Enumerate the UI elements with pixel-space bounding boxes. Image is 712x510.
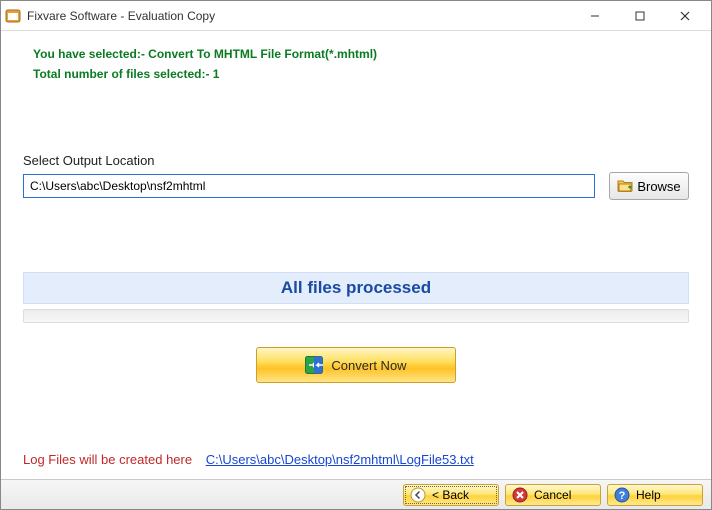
content-area: You have selected:- Convert To MHTML Fil… [1, 31, 711, 383]
back-arrow-icon [410, 487, 426, 503]
convert-label: Convert Now [331, 358, 406, 373]
cancel-button[interactable]: Cancel [505, 484, 601, 506]
log-label: Log Files will be created here [23, 452, 192, 467]
cancel-icon [512, 487, 528, 503]
svg-text:?: ? [619, 490, 626, 502]
window-title: Fixvare Software - Evaluation Copy [27, 9, 215, 23]
back-label: < Back [432, 488, 469, 502]
back-button[interactable]: < Back [403, 484, 499, 506]
close-button[interactable] [662, 1, 707, 30]
output-row: Browse [23, 172, 689, 200]
status-text: All files processed [281, 278, 431, 298]
log-file-link[interactable]: C:\Users\abc\Desktop\nsf2mhtml\LogFile53… [206, 452, 474, 467]
selected-format-text: You have selected:- Convert To MHTML Fil… [33, 47, 679, 61]
output-path-input[interactable] [23, 174, 595, 198]
footer-bar: < Back Cancel ? Help [1, 479, 711, 509]
file-count-text: Total number of files selected:- 1 [33, 67, 679, 81]
browse-label: Browse [637, 179, 680, 194]
app-icon [5, 8, 21, 24]
help-label: Help [636, 488, 661, 502]
help-button[interactable]: ? Help [607, 484, 703, 506]
minimize-button[interactable] [572, 1, 617, 30]
help-icon: ? [614, 487, 630, 503]
convert-row: Convert Now [23, 347, 689, 383]
convert-icon [305, 356, 323, 374]
log-row: Log Files will be created here C:\Users\… [23, 452, 474, 467]
browse-button[interactable]: Browse [609, 172, 689, 200]
output-location-label: Select Output Location [23, 153, 689, 168]
progress-bar [23, 309, 689, 323]
titlebar: Fixvare Software - Evaluation Copy [1, 1, 711, 31]
maximize-button[interactable] [617, 1, 662, 30]
convert-now-button[interactable]: Convert Now [256, 347, 456, 383]
status-banner: All files processed [23, 272, 689, 304]
folder-icon [617, 178, 633, 195]
cancel-label: Cancel [534, 488, 571, 502]
